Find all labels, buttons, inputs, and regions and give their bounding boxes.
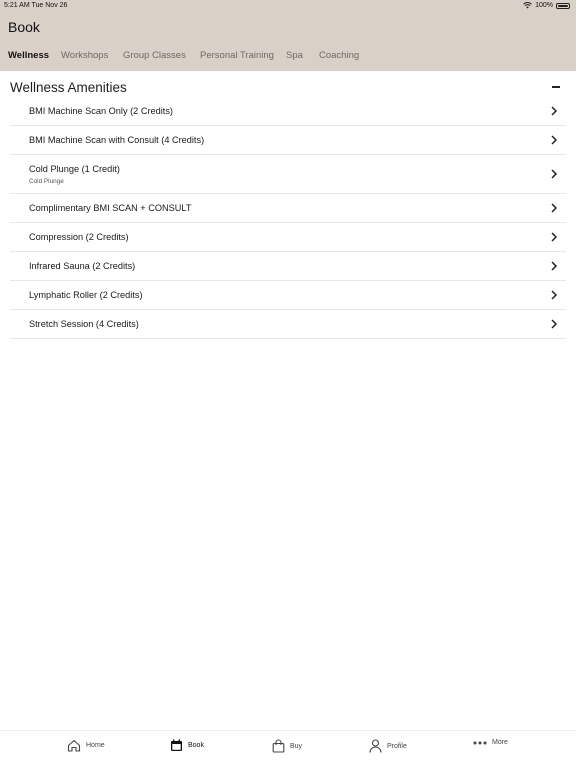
tab-group-classes[interactable]: Group Classes [123, 50, 186, 61]
tab-coaching[interactable]: Coaching [319, 50, 359, 61]
list-item-label: BMI Machine Scan Only (2 Credits) [29, 106, 173, 116]
list-item-label: Infrared Sauna (2 Credits) [29, 261, 136, 271]
person-icon [369, 739, 382, 753]
more-dots-icon [473, 741, 487, 744]
list-item[interactable]: BMI Machine Scan with Consult (4 Credits… [10, 126, 566, 155]
chevron-right-icon [551, 169, 558, 179]
list-item-label: Complimentary BMI SCAN + CONSULT [29, 203, 192, 213]
battery-percent: 100% [535, 2, 553, 9]
chevron-right-icon [551, 290, 558, 300]
nav-book-label: Book [188, 742, 204, 749]
list-item[interactable]: Complimentary BMI SCAN + CONSULT [10, 194, 566, 223]
chevron-right-icon [551, 135, 558, 145]
nav-profile-label: Profile [387, 742, 407, 750]
status-time: 5:21 AM Tue Nov 26 [4, 2, 68, 9]
calendar-icon [171, 739, 182, 751]
tab-spa[interactable]: Spa [286, 50, 303, 61]
nav-home-label: Home [86, 742, 105, 749]
amenity-list: BMI Machine Scan Only (2 Credits) BMI Ma… [10, 97, 566, 339]
list-item[interactable]: Compression (2 Credits) [10, 223, 566, 252]
list-item-label: Cold Plunge (1 Credit) [29, 164, 120, 174]
header-bar: 5:21 AM Tue Nov 26 100% Book Wellness Wo… [0, 0, 576, 71]
chevron-right-icon [551, 232, 558, 242]
nav-more-label: More [492, 739, 508, 746]
list-item-label: Stretch Session (4 Credits) [29, 319, 139, 329]
tab-wellness[interactable]: Wellness [8, 50, 49, 61]
list-item-label: Compression (2 Credits) [29, 232, 129, 242]
collapse-icon[interactable] [552, 86, 560, 88]
list-item[interactable]: BMI Machine Scan Only (2 Credits) [10, 97, 566, 126]
chevron-right-icon [551, 203, 558, 213]
nav-home[interactable]: Home [67, 739, 105, 752]
list-item[interactable]: Cold Plunge (1 Credit) Cold Plunge [10, 155, 566, 194]
chevron-right-icon [551, 261, 558, 271]
list-item-subtitle: Cold Plunge [29, 178, 64, 185]
nav-buy-label: Buy [290, 742, 303, 750]
status-bar: 5:21 AM Tue Nov 26 100% [0, 0, 576, 12]
list-item[interactable]: Lymphatic Roller (2 Credits) [10, 281, 566, 310]
category-tabs: Wellness Workshops Group Classes Persona… [0, 50, 576, 64]
bottom-nav: Home Book Buy Profile More [0, 730, 576, 769]
tab-workshops[interactable]: Workshops [61, 50, 108, 61]
wifi-icon [523, 2, 532, 9]
section-title: Wellness Amenities [10, 80, 127, 95]
page-title: Book [8, 19, 40, 35]
shopping-bag-icon [272, 739, 285, 753]
status-right: 100% [523, 2, 570, 9]
home-icon [67, 739, 81, 752]
tab-personal-training[interactable]: Personal Training [200, 50, 274, 61]
chevron-right-icon [551, 106, 558, 116]
list-item[interactable]: Stretch Session (4 Credits) [10, 310, 566, 339]
nav-more[interactable]: More [473, 739, 508, 746]
list-item-label: BMI Machine Scan with Consult (4 Credits… [29, 135, 205, 145]
nav-profile[interactable]: Profile [369, 739, 407, 753]
list-item-label: Lymphatic Roller (2 Credits) [29, 290, 143, 300]
nav-book[interactable]: Book [170, 739, 204, 752]
list-item[interactable]: Infrared Sauna (2 Credits) [10, 252, 566, 281]
nav-buy[interactable]: Buy [272, 739, 302, 753]
chevron-right-icon [551, 319, 558, 329]
battery-icon [556, 2, 570, 9]
